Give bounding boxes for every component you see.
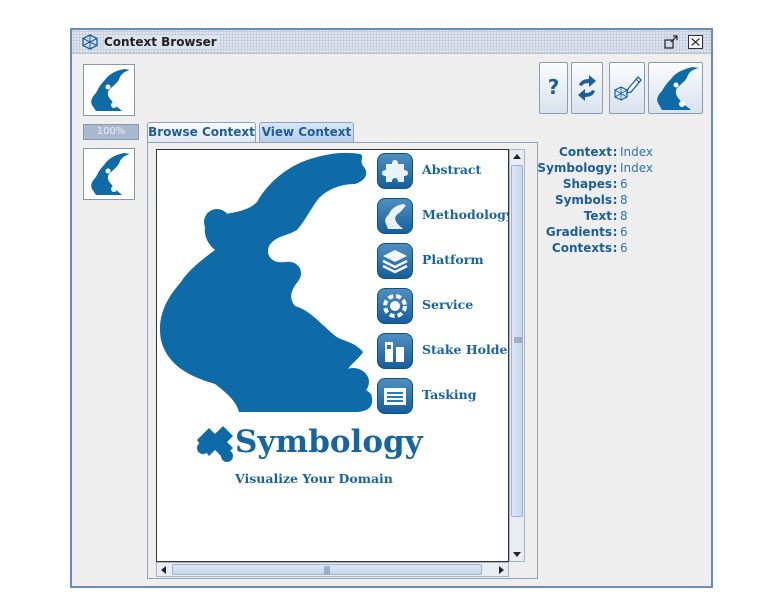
head-profile-icon: [91, 153, 130, 195]
info-row-text: Text:8: [532, 208, 702, 224]
gear-puzzle-icon: [377, 288, 413, 324]
horizontal-scrollbar[interactable]: [156, 562, 509, 577]
head-profile-icon: [377, 198, 413, 234]
help-button[interactable]: ?: [539, 62, 568, 114]
puzzle-piece-icon: [377, 153, 413, 189]
horizontal-scroll-thumb[interactable]: [172, 564, 482, 575]
context-info-panel: Context: Index Symbology: Index Shapes:6 S…: [532, 144, 702, 256]
close-icon[interactable]: [688, 35, 703, 49]
head-profile-icon: [91, 69, 130, 111]
help-icon: ?: [547, 75, 560, 99]
info-key: Text: [583, 209, 612, 223]
brand-title: Symbology: [235, 424, 423, 460]
info-key: Symbols: [554, 193, 612, 207]
edit-context-icon: [614, 76, 642, 101]
info-row-contexts: Contexts:6: [532, 240, 702, 256]
scroll-down-icon[interactable]: [510, 547, 524, 561]
edit-context-button[interactable]: [609, 62, 645, 114]
stakeholders-icon: [377, 333, 413, 369]
info-value: Index: [620, 145, 654, 159]
info-key: Symbology: [537, 161, 612, 175]
menu-item-service[interactable]: Service: [377, 288, 507, 324]
info-key: Gradients: [545, 225, 612, 239]
tab-view-context[interactable]: View Context: [259, 122, 354, 143]
info-value: 8: [620, 193, 628, 207]
info-value: 8: [620, 209, 628, 223]
info-row-gradients: Gradients:6: [532, 224, 702, 240]
info-key: Contexts: [551, 241, 612, 255]
context-browser-window: Context Browser 100% ? Browse Context Vi…: [70, 28, 713, 588]
menu-label-tasking: Tasking: [422, 387, 477, 402]
context-canvas[interactable]: Abstract Methodology Platform Service St…: [156, 149, 509, 562]
info-value: Index: [620, 161, 654, 175]
stacked-layers-icon: [377, 243, 413, 279]
menu-label-service: Service: [422, 297, 474, 312]
context-thumbnail-secondary[interactable]: [83, 148, 135, 200]
window-title: Context Browser: [104, 35, 220, 49]
view-context-panel: Abstract Methodology Platform Service St…: [147, 142, 538, 579]
restore-icon[interactable]: [664, 35, 679, 49]
info-value: 6: [620, 225, 628, 239]
info-row-context: Context: Index: [532, 144, 702, 160]
context-preview-button[interactable]: [648, 62, 703, 114]
scroll-left-icon[interactable]: [157, 563, 171, 577]
info-value: 6: [620, 177, 628, 191]
info-key: Shapes: [562, 177, 612, 191]
zoom-level[interactable]: 100%: [83, 124, 139, 140]
menu-label-platform: Platform: [422, 252, 484, 267]
tab-browse-context[interactable]: Browse Context: [147, 122, 256, 143]
menu-item-methodology[interactable]: Methodology: [377, 198, 509, 234]
menu-label-methodology: Methodology: [422, 207, 509, 222]
context-network-icon: [82, 34, 98, 50]
context-thumbnail[interactable]: [83, 64, 135, 116]
refresh-icon: [578, 75, 596, 101]
menu-label-abstract: Abstract: [422, 162, 482, 177]
scroll-up-icon[interactable]: [510, 150, 524, 164]
title-bar[interactable]: Context Browser: [72, 30, 711, 54]
vertical-scroll-thumb[interactable]: [511, 165, 523, 517]
grip-icon: [324, 566, 330, 574]
info-value: 6: [620, 241, 628, 255]
info-key: Context: [559, 145, 612, 159]
refresh-button[interactable]: [571, 62, 603, 114]
menu-item-abstract[interactable]: Abstract: [377, 153, 507, 189]
info-row-shapes: Shapes:6: [532, 176, 702, 192]
scroll-right-icon[interactable]: [494, 563, 508, 577]
menu-item-platform[interactable]: Platform: [377, 243, 507, 279]
info-row-symbols: Symbols:8: [532, 192, 702, 208]
brand-tagline: Visualize Your Domain: [235, 471, 393, 486]
menu-label-stake-holder: Stake Holder: [422, 342, 509, 357]
menu-item-stake-holder[interactable]: Stake Holder: [377, 333, 509, 369]
task-list-icon: [377, 378, 413, 414]
grip-icon: [514, 337, 522, 343]
info-row-symbology: Symbology: Index: [532, 160, 702, 176]
context-thumbnail-icon: [657, 67, 699, 110]
menu-item-tasking[interactable]: Tasking: [377, 378, 507, 414]
vertical-scrollbar[interactable]: [509, 149, 525, 562]
